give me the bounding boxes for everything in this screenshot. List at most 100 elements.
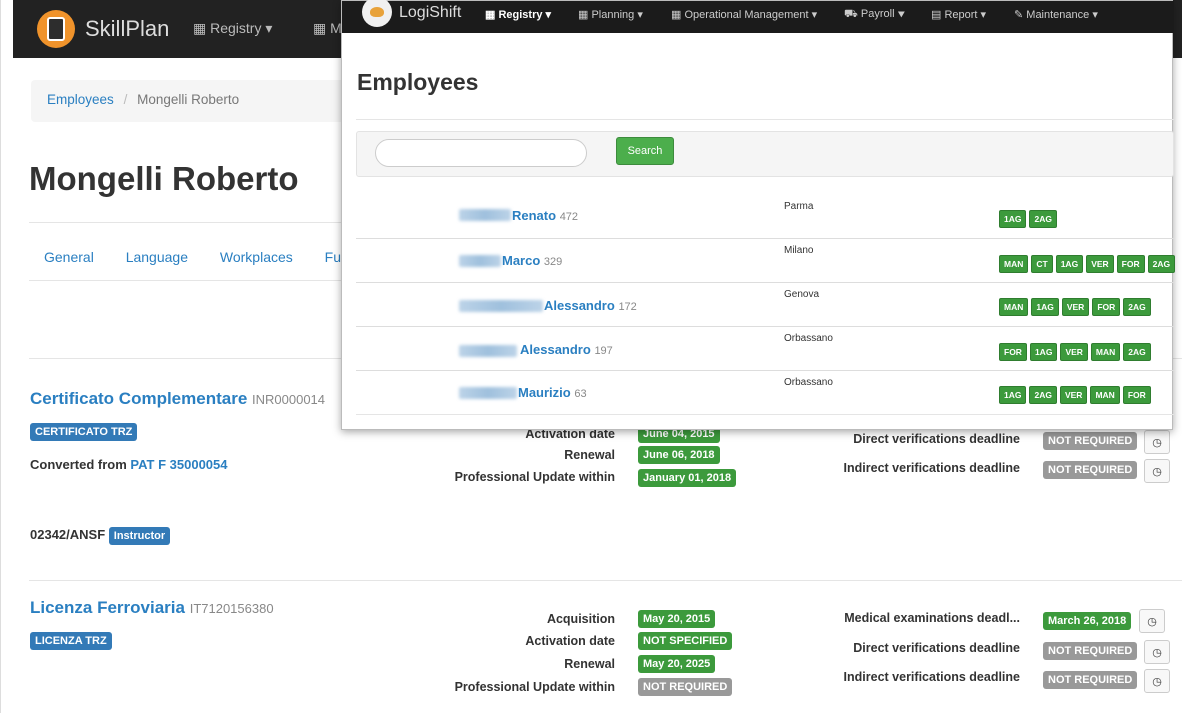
licence-direct-verifications-label: Direct verifications deadline — [853, 641, 1020, 655]
clock-icon: ◷ — [1147, 615, 1157, 628]
employee-row[interactable]: Renato 472 Parma 1AG 2AG — [356, 195, 1174, 239]
employee-tags: MAN CT 1AG VER FOR 2AG — [999, 254, 1178, 273]
employee-name[interactable]: Marco 329 — [502, 253, 562, 268]
clock-icon: ◷ — [1152, 465, 1162, 478]
licence-label: LICENZA TRZ — [30, 632, 112, 650]
skillplan-brand[interactable]: SkillPlan — [85, 16, 169, 42]
logishift-logo-icon[interactable] — [362, 0, 392, 27]
renewal-value: June 06, 2018 — [638, 446, 720, 464]
tag: MAN — [1090, 343, 1121, 361]
employee-city: Genova — [784, 289, 820, 300]
licence-indirect-verifications-label: Indirect verifications deadline — [843, 670, 1020, 684]
page-title: Employees — [357, 69, 479, 95]
breadcrumb-employees-link[interactable]: Employees — [47, 92, 114, 107]
nav-planning[interactable]: ▦ Planning ▾ — [578, 8, 643, 21]
employee-row[interactable]: Maurizio 63 Orbassano 1AG 2AG VER MAN FOR — [356, 370, 1174, 414]
tag: 1AG — [1031, 298, 1059, 316]
redacted-surname — [459, 209, 511, 221]
tab-workplaces[interactable]: Workplaces — [220, 249, 293, 265]
direct-verifications-label: Direct verifications deadline — [853, 432, 1020, 446]
employee-city: Orbassano — [784, 333, 833, 344]
redacted-surname — [459, 345, 517, 357]
skillplan-logo-icon[interactable] — [37, 10, 75, 48]
employee-city: Orbassano — [784, 377, 833, 388]
tab-general[interactable]: General — [44, 249, 94, 265]
tag: 2AG — [1029, 210, 1057, 228]
clock-icon: ◷ — [1152, 646, 1162, 659]
logishift-brand[interactable]: LogiShift — [399, 4, 461, 22]
licence-indirect-verifications-value: NOT REQUIRED — [1043, 671, 1138, 689]
professional-update-value: January 01, 2018 — [638, 469, 737, 487]
licence-activation-label: Activation date — [525, 634, 615, 648]
clock-button[interactable]: ◷ — [1144, 669, 1170, 693]
professional-update-label: Professional Update within — [454, 470, 615, 484]
employee-name[interactable]: Maurizio 63 — [518, 385, 587, 400]
tag: 2AG — [1123, 298, 1151, 316]
licence-title[interactable]: Licenza Ferroviaria IT7120156380 — [30, 598, 274, 618]
tag: 1AG — [1055, 255, 1084, 273]
search-button[interactable]: Search — [616, 137, 674, 165]
nav-registry[interactable]: ▦ Registry ▾ — [485, 8, 551, 21]
license-id: 02342/ANSF Instructor — [30, 527, 171, 545]
tag: 2AG — [1123, 343, 1151, 361]
car-icon: ⛟ — [844, 8, 861, 20]
employee-name[interactable]: Renato 472 — [512, 208, 578, 223]
search-input[interactable] — [375, 139, 587, 167]
clock-button[interactable]: ◷ — [1144, 640, 1170, 664]
tag: FOR — [1122, 386, 1151, 404]
certificate-label: CERTIFICATO TRZ — [30, 423, 138, 441]
tag: FOR — [999, 343, 1027, 361]
employee-name[interactable]: Alessandro 197 — [520, 342, 613, 357]
clock-icon: ◷ — [1152, 436, 1162, 449]
logishift-window: LogiShift ▦ Registry ▾ ▦ Planning ▾ ▦ Op… — [341, 0, 1176, 430]
employee-tags: FOR 1AG VER MAN 2AG — [999, 342, 1154, 361]
licence-code: IT7120156380 — [189, 601, 274, 616]
licence-professional-update-label: Professional Update within — [454, 680, 615, 694]
employee-tags: MAN 1AG VER FOR 2AG — [999, 297, 1154, 316]
tag: MAN — [999, 255, 1029, 273]
employee-name[interactable]: Alessandro 172 — [544, 298, 637, 313]
acquisition-label: Acquisition — [546, 612, 615, 626]
nav-payroll[interactable]: ⛟ Payroll ▾ — [844, 8, 905, 22]
employee-tags: 1AG 2AG — [999, 209, 1060, 228]
licence-renewal-value: May 20, 2025 — [638, 655, 716, 673]
employee-city: Milano — [784, 245, 814, 256]
tab-language[interactable]: Language — [126, 249, 188, 265]
calendar-icon: ▦ — [313, 20, 331, 36]
medical-exam-label: Medical examinations deadl... — [844, 611, 1020, 625]
divider — [356, 119, 1174, 120]
breadcrumb-separator: / — [123, 92, 128, 107]
redacted-surname — [459, 387, 517, 399]
tag: 2AG — [1147, 255, 1176, 273]
direct-verifications-value: NOT REQUIRED — [1043, 432, 1138, 450]
employee-row[interactable]: Alessandro 197 Orbassano FOR 1AG VER MAN 2AG — [356, 326, 1174, 370]
clock-button[interactable]: ◷ — [1144, 459, 1170, 483]
nav-registry[interactable]: ▦ Registry ▾ — [193, 20, 272, 37]
tag: 1AG — [999, 386, 1027, 404]
indirect-verifications-label: Indirect verifications deadline — [843, 461, 1020, 475]
clock-button[interactable]: ◷ — [1139, 609, 1165, 633]
employee-row[interactable]: Marco 329 Milano MAN CT 1AG VER FOR 2AG — [356, 238, 1176, 282]
clock-button[interactable]: ◷ — [1144, 430, 1170, 454]
tag: FOR — [1092, 298, 1121, 316]
medical-exam-value: March 26, 2018 — [1043, 612, 1132, 630]
tag: VER — [1061, 298, 1090, 316]
nav-maintenance[interactable]: ✎ Maintenance ▾ — [1014, 8, 1098, 21]
tag: MAN — [999, 298, 1029, 316]
converted-from: Converted from PAT F 35000054 — [30, 457, 228, 472]
employee-row[interactable]: Alessandro 172 Genova MAN 1AG VER FOR 2AG — [356, 282, 1174, 326]
licence-direct-verifications-value: NOT REQUIRED — [1043, 642, 1138, 660]
tag: 1AG — [999, 210, 1027, 228]
converted-from-link[interactable]: PAT F 35000054 — [130, 457, 227, 472]
nav-operational-management[interactable]: ▦ Operational Management ▾ — [671, 8, 817, 21]
breadcrumb-current: Mongelli Roberto — [137, 92, 240, 107]
certificate-title[interactable]: Certificato Complementare INR0000014 — [30, 389, 325, 409]
breadcrumb: Employees / Mongelli Roberto — [31, 80, 351, 122]
tag: VER — [1086, 255, 1114, 273]
redacted-surname — [459, 255, 501, 267]
tag: VER — [1060, 343, 1088, 361]
search-bar: Search — [356, 131, 1174, 177]
nav-report[interactable]: ▤ Report ▾ — [931, 8, 986, 21]
nav-m[interactable]: ▦ M — [313, 20, 342, 37]
indirect-verifications-value: NOT REQUIRED — [1043, 461, 1138, 479]
